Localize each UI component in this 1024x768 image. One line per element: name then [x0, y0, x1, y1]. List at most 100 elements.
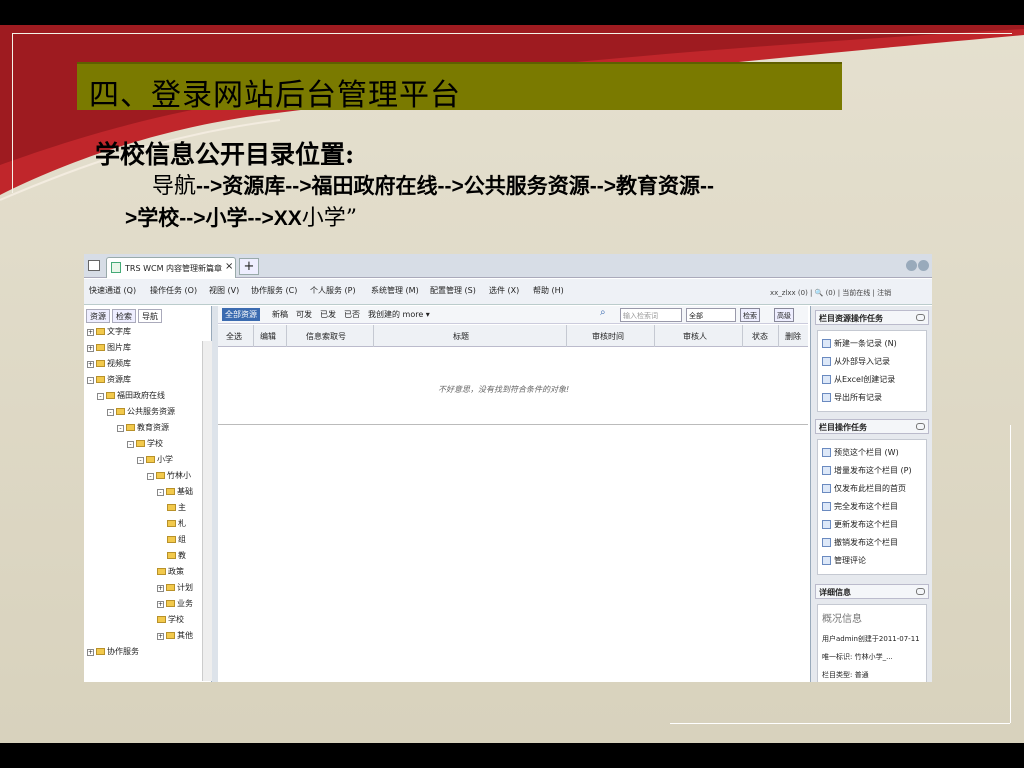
tree-node[interactable]: + 其他	[157, 630, 193, 641]
tree-node[interactable]: - 基础	[157, 486, 193, 497]
menu-personal[interactable]: 个人服务 (P)	[310, 285, 356, 296]
tab-close-icon[interactable]: ×	[225, 261, 233, 272]
back-circle-icon[interactable]	[906, 260, 917, 271]
tree-node[interactable]: - 公共服务资源	[107, 406, 175, 417]
collapse-icon[interactable]: -	[117, 425, 124, 432]
filter-mine[interactable]: 我创建的 more ▾	[368, 309, 430, 320]
tree-node[interactable]: + 图片库	[87, 342, 131, 353]
tree-node[interactable]: - 小学	[137, 454, 173, 465]
collapse-icon[interactable]: -	[97, 393, 104, 400]
collapse-icon[interactable]: -	[157, 489, 164, 496]
scope-select[interactable]: 全部	[686, 308, 736, 322]
task-incremental-publish[interactable]: 增量发布这个栏目 (P)	[822, 465, 912, 476]
task-revoke-publish[interactable]: 撤销发布这个栏目	[822, 537, 898, 548]
collapse-icon[interactable]	[916, 314, 925, 321]
col-delete: 删除	[785, 332, 801, 341]
task-preview-column[interactable]: 预览这个栏目 (W)	[822, 447, 899, 458]
tree-node[interactable]: - 福田政府在线	[97, 390, 165, 401]
folder-icon	[167, 552, 176, 559]
expand-icon[interactable]: +	[157, 633, 164, 640]
menu-config[interactable]: 配置管理 (S)	[430, 285, 476, 296]
tab-navigation[interactable]: 导航	[138, 309, 162, 323]
folder-icon	[166, 632, 175, 639]
menu-collab[interactable]: 协作服务 (C)	[251, 285, 297, 296]
col-review-time[interactable]: 审核时间	[592, 331, 624, 342]
tree-node[interactable]: - 资源库	[87, 374, 131, 385]
tree-node[interactable]: 组	[167, 534, 186, 545]
task-full-publish[interactable]: 完全发布这个栏目	[822, 501, 898, 512]
expand-icon[interactable]: +	[157, 585, 164, 592]
col-title[interactable]: 标题	[453, 331, 469, 342]
filter-rejected[interactable]: 已否	[344, 309, 360, 320]
tab-resources[interactable]: 资源	[86, 309, 110, 323]
tree-node[interactable]: 政策	[157, 566, 184, 577]
tab-search[interactable]: 检索	[112, 309, 136, 323]
tree-node-label: 文字库	[107, 327, 131, 336]
col-reviewer[interactable]: 审核人	[683, 331, 707, 342]
tree-node[interactable]: + 文字库	[87, 326, 131, 337]
filter-all[interactable]: 全部资源	[222, 308, 260, 321]
task-publish-homepage[interactable]: 仅发布此栏目的首页	[822, 483, 906, 494]
folder-icon	[157, 568, 166, 575]
new-tab-button[interactable]: +	[239, 258, 259, 275]
tree-node[interactable]: 教	[167, 550, 186, 561]
tree-node[interactable]: + 计划	[157, 582, 193, 593]
tree-node[interactable]: 学校	[157, 614, 184, 625]
browser-tabstrip: TRS WCM 内容管理新篇章 × +	[84, 254, 932, 278]
tree-node-label: 资源库	[107, 375, 131, 384]
task-update-publish[interactable]: 更新发布这个栏目	[822, 519, 898, 530]
collapse-icon[interactable]: -	[107, 409, 114, 416]
task-import-record[interactable]: 从外部导入记录	[822, 356, 890, 367]
col-info-number[interactable]: 信息索取号	[306, 331, 346, 342]
collapse-icon[interactable]	[916, 423, 925, 430]
col-select-all[interactable]: 全选	[226, 331, 242, 342]
task-new-record[interactable]: 新建一条记录 (N)	[822, 338, 897, 349]
user-info-bar[interactable]: xx_zlxx (0) | 🔍 (0) | 当前在线 | 注销	[770, 288, 891, 298]
menu-view[interactable]: 视图 (V)	[209, 285, 239, 296]
filter-toolbar: 全部资源 新稿 可发 已发 已否 我创建的 more ▾ ⌕ 输入检索词 全部 …	[218, 306, 808, 324]
menu-tasks[interactable]: 操作任务 (O)	[150, 285, 197, 296]
window-icon[interactable]	[88, 260, 100, 271]
menu-options[interactable]: 选件 (X)	[489, 285, 519, 296]
collapse-icon[interactable]: -	[127, 441, 134, 448]
expand-icon[interactable]: +	[157, 601, 164, 608]
advanced-search-button[interactable]: 高级	[774, 308, 794, 322]
collapse-icon[interactable]	[916, 588, 925, 595]
filter-published[interactable]: 已发	[320, 309, 336, 320]
tree-scrollbar[interactable]	[202, 341, 212, 681]
collapse-icon[interactable]: -	[147, 473, 154, 480]
expand-icon[interactable]: +	[87, 361, 94, 368]
expand-icon[interactable]: +	[87, 329, 94, 336]
resource-tasks-header[interactable]: 栏目资源操作任务	[815, 310, 929, 325]
tree-node[interactable]: - 教育资源	[117, 422, 169, 433]
menu-help[interactable]: 帮助 (H)	[533, 285, 564, 296]
tree-node[interactable]: + 业务	[157, 598, 193, 609]
col-status[interactable]: 状态	[752, 331, 768, 342]
tree-node[interactable]: 主	[167, 502, 186, 513]
task-manage-comments[interactable]: 管理评论	[822, 555, 866, 566]
forward-circle-icon[interactable]	[918, 260, 929, 271]
detail-header[interactable]: 详细信息	[815, 584, 929, 599]
expand-icon[interactable]: +	[87, 649, 94, 656]
resource-tasks-title: 栏目资源操作任务	[819, 314, 883, 323]
task-export-records[interactable]: 导出所有记录	[822, 392, 882, 403]
expand-icon[interactable]: +	[87, 345, 94, 352]
tree-node[interactable]: + 协作服务	[87, 646, 139, 657]
tree-node[interactable]: + 视频库	[87, 358, 131, 369]
tree-node[interactable]: 札	[167, 518, 186, 529]
filter-publishable[interactable]: 可发	[296, 309, 312, 320]
tree-node[interactable]: - 学校	[127, 438, 163, 449]
search-button[interactable]: 检索	[740, 308, 760, 322]
nav-path-line-2: >学校-->小学-->XX小学”	[125, 200, 357, 232]
search-input[interactable]: 输入检索词	[620, 308, 682, 322]
collapse-icon[interactable]: -	[87, 377, 94, 384]
task-excel-record[interactable]: 从Excel创建记录	[822, 374, 895, 385]
tree-node[interactable]: - 竹林小	[147, 470, 191, 481]
menu-quick[interactable]: 快速通道 (Q)	[89, 285, 136, 296]
menu-system[interactable]: 系统管理 (M)	[371, 285, 419, 296]
filter-new[interactable]: 新稿	[272, 309, 288, 320]
column-tasks-header[interactable]: 栏目操作任务	[815, 419, 929, 434]
folder-icon	[96, 328, 105, 335]
collapse-icon[interactable]: -	[137, 457, 144, 464]
browser-tab[interactable]: TRS WCM 内容管理新篇章 ×	[106, 257, 236, 278]
